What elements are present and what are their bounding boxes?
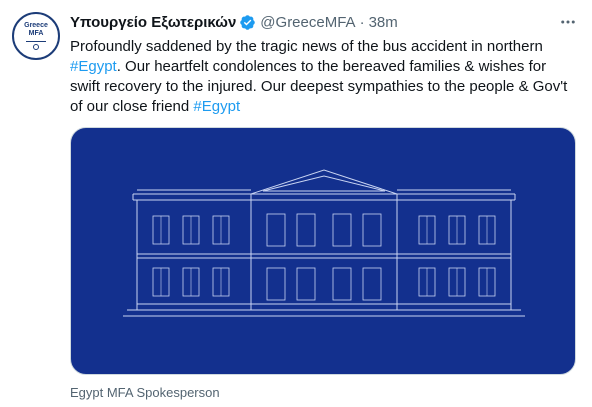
timestamp[interactable]: 38m bbox=[369, 14, 398, 31]
display-name[interactable]: Υπουργείο Εξωτερικών bbox=[70, 14, 236, 31]
avatar-text-line1: Greece bbox=[24, 22, 48, 29]
tweet-text-part-1: Profoundly saddened by the tragic news o… bbox=[70, 38, 543, 55]
window-mullions bbox=[160, 216, 488, 296]
tweet-header: Υπουργείο Εξωτερικών @GreeceMFA · 38m bbox=[70, 12, 398, 32]
windows-lower bbox=[152, 267, 496, 301]
windows-upper bbox=[152, 213, 496, 247]
more-horizontal-icon bbox=[561, 20, 575, 24]
hashtag-egypt-2[interactable]: #Egypt bbox=[193, 98, 240, 115]
handle[interactable]: @GreeceMFA bbox=[260, 14, 355, 31]
building-blueprint-illustration bbox=[123, 169, 525, 317]
media-caption: Egypt MFA Spokesperson bbox=[70, 385, 220, 400]
avatar-emblem-icon bbox=[33, 44, 39, 50]
tweet-media-image[interactable] bbox=[70, 127, 576, 375]
avatar-divider bbox=[26, 41, 46, 42]
pediment bbox=[250, 169, 398, 195]
tweet-text-part-2: . Our heartfelt condolences to the berea… bbox=[70, 58, 568, 115]
avatar-text-line2: MFA bbox=[28, 30, 44, 37]
header-separator: · bbox=[359, 13, 365, 31]
facade-outline bbox=[136, 199, 512, 311]
tweet[interactable]: Greece MFA Υπουργείο Εξωτερικών @GreeceM… bbox=[0, 0, 592, 407]
hashtag-egypt-1[interactable]: #Egypt bbox=[70, 58, 117, 75]
more-options-button[interactable] bbox=[556, 12, 580, 32]
verified-badge-icon bbox=[240, 14, 256, 30]
tweet-text: Profoundly saddened by the tragic news o… bbox=[70, 37, 580, 117]
avatar[interactable]: Greece MFA bbox=[12, 12, 60, 60]
